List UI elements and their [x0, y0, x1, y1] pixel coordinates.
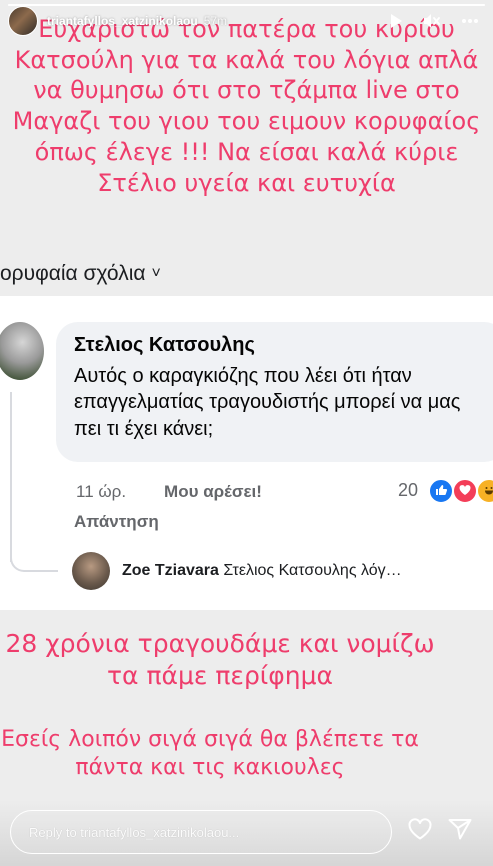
- send-icon[interactable]: [447, 817, 473, 845]
- thread-connector: [10, 542, 58, 572]
- like-icon: [428, 478, 454, 504]
- comment-text: Αυτός ο καραγκιόζης που λέει ότι ήταν επ…: [74, 365, 461, 440]
- mute-icon[interactable]: [423, 13, 441, 29]
- reply-snippet: Στελιος Κατσουλης λόγ…: [223, 562, 402, 579]
- reply-preview: Zoe Tziavara Στελιος Κατσουλης λόγ…: [122, 562, 492, 580]
- haha-icon: [476, 478, 493, 504]
- overlay-text-top: Ευχαριστώ τον πατέρα του κυρίου Κατσούλη…: [12, 15, 481, 197]
- thread-line: [10, 392, 12, 562]
- post-time: 57m: [203, 14, 228, 28]
- story-view: ορυφαία σχόλια ˅ Στελιος Κατσουλης Αυτός…: [0, 0, 493, 866]
- play-icon[interactable]: [389, 13, 403, 29]
- comment-reply-action: Απάντηση: [74, 512, 159, 531]
- love-icon: [452, 478, 478, 504]
- comment-meta: 11 ώρ. Μου αρέσει!: [76, 482, 262, 502]
- reply-author: Zoe Tziavara: [122, 562, 219, 579]
- top-comments-text: ορυφαία σχόλια: [0, 262, 146, 285]
- more-options-icon[interactable]: [461, 18, 479, 24]
- reply-input[interactable]: [10, 810, 392, 854]
- top-comments-label: ορυφαία σχόλια ˅: [0, 262, 161, 286]
- comment-time: 11 ώρ.: [76, 482, 127, 501]
- profile-avatar[interactable]: [8, 6, 38, 36]
- overlay-text-bottom: Εσείς λοιπόν σιγά σιγά θα βλέπετε τα πάν…: [1, 727, 419, 781]
- reply-avatar: [72, 552, 110, 590]
- comment-author: Στελιος Κατσουλης: [74, 334, 255, 356]
- chevron-down-icon: ˅: [151, 265, 161, 282]
- overlay-text-middle: 28 χρόνια τραγουδάμε και νομίζω τα πάμε …: [5, 629, 435, 690]
- commenter-avatar: [0, 322, 44, 380]
- reaction-count: 20: [398, 480, 419, 500]
- story-header: triantafyllos_xatzinikolaou 57m: [8, 6, 485, 36]
- heart-icon[interactable]: [407, 817, 433, 845]
- comment-bubble: Στελιος Κατσουλης Αυτός ο καραγκιόζης πο…: [56, 322, 493, 462]
- comment-like-action: Μου αρέσει!: [164, 482, 262, 501]
- username[interactable]: triantafyllos_xatzinikolaou: [47, 14, 198, 28]
- reply-bar: [0, 800, 493, 866]
- header-controls: [389, 13, 485, 29]
- facebook-comment-screenshot: Στελιος Κατσουλης Αυτός ο καραγκιόζης πο…: [0, 296, 493, 610]
